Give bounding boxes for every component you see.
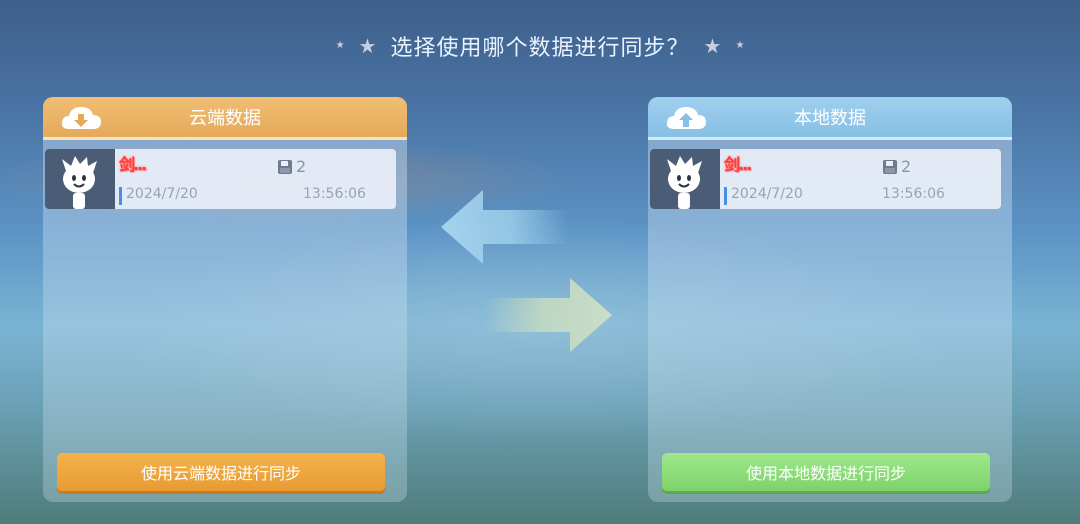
avatar (650, 149, 720, 209)
save-disk-icon (883, 160, 897, 174)
save-time: 13:56:06 (882, 186, 945, 202)
date-marker (119, 187, 122, 205)
star-icon: ★ (703, 34, 722, 58)
cloud-panel-title: 云端数据 (189, 108, 261, 129)
save-slot-number: 2 (901, 157, 912, 176)
local-save-card[interactable]: 剑... 2 2024/7/20 13:56:06 (650, 149, 1001, 209)
cloud-save-card[interactable]: 剑... 2 2024/7/20 13:56:06 (45, 149, 396, 209)
use-cloud-data-button[interactable]: 使用云端数据进行同步 (57, 453, 385, 491)
local-panel-header: 本地数据 (648, 97, 1012, 140)
dialog-title-row: ★ ★ 选择使用哪个数据进行同步？ ★ ★ (0, 28, 1080, 64)
use-local-data-button[interactable]: 使用本地数据进行同步 (662, 453, 990, 491)
cloud-upload-icon (666, 107, 706, 129)
avatar (45, 149, 115, 209)
date-marker (724, 187, 727, 205)
star-icon: ★ (735, 40, 745, 51)
cloud-download-icon (61, 107, 101, 129)
save-name-redacted: 剑... (724, 155, 752, 174)
save-date: 2024/7/20 (126, 186, 198, 202)
cloud-data-panel: 云端数据 剑... 2 2024/7/20 13:56:06 使用云端数据进行同… (43, 97, 407, 502)
save-name-redacted: 剑... (119, 155, 147, 174)
save-slot-number: 2 (296, 157, 307, 176)
arrow-left-icon (441, 190, 569, 264)
star-icon: ★ (358, 34, 377, 58)
save-time: 13:56:06 (303, 186, 366, 202)
local-panel-title: 本地数据 (794, 108, 866, 129)
cloud-panel-header: 云端数据 (43, 97, 407, 140)
local-data-panel: 本地数据 剑... 2 2024/7/20 13:56:06 使用本地数据进行同… (648, 97, 1012, 502)
dialog-title: 选择使用哪个数据进行同步？ (390, 36, 690, 61)
save-disk-icon (278, 160, 292, 174)
save-date: 2024/7/20 (731, 186, 803, 202)
star-icon: ★ (335, 40, 345, 51)
arrow-right-icon (484, 278, 612, 352)
